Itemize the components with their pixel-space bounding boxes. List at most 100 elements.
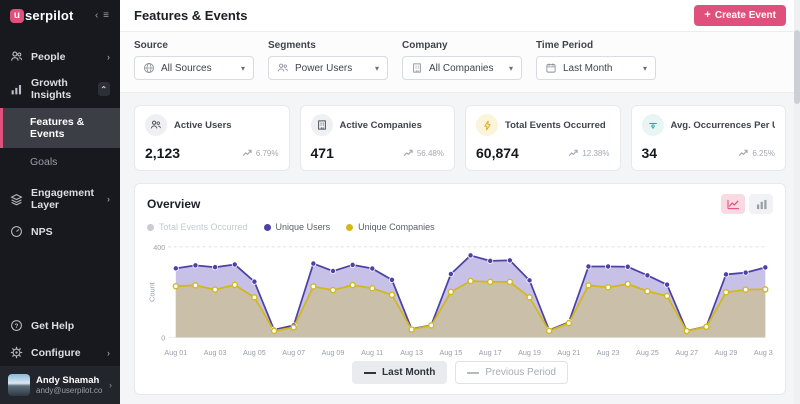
bar-chart-icon (755, 199, 768, 210)
filter-bar: Source All Sources ▾ Segments Power User… (120, 32, 800, 93)
svg-text:Aug 07: Aug 07 (282, 348, 305, 357)
filter-source: Source All Sources ▾ (134, 40, 254, 80)
svg-text:Aug 05: Aug 05 (243, 348, 266, 357)
time-period-dropdown[interactable]: Last Month ▾ (536, 56, 656, 80)
sidebar-item-label: Configure (31, 347, 81, 359)
svg-text:Aug 15: Aug 15 (440, 348, 463, 357)
logo-row: userpilot ‹ ≡ (0, 0, 120, 29)
sidebar: userpilot ‹ ≡ People › Growth Insights ⌃… (0, 0, 120, 404)
main-content: Features & Events + Create Event Source … (120, 0, 800, 404)
lightning-icon (476, 114, 498, 136)
svg-text:Aug 11: Aug 11 (361, 348, 383, 357)
svg-text:Aug 09: Aug 09 (322, 348, 345, 357)
users-icon (277, 62, 289, 74)
help-icon: ? (10, 319, 23, 332)
scrollbar-thumb[interactable] (794, 30, 800, 104)
overview-chart: 4000CountAug 01Aug 03Aug 05Aug 07Aug 09A… (147, 235, 773, 363)
page-header: Features & Events + Create Event (120, 0, 800, 32)
people-icon (10, 50, 23, 63)
legend-unique-users[interactable]: Unique Users (264, 222, 331, 232)
legend-dot (147, 224, 154, 231)
sidebar-nav: People › Growth Insights ⌃ Features & Ev… (0, 43, 120, 245)
dashed-line-icon (467, 372, 479, 374)
legend-dot (264, 224, 271, 231)
filter-label: Time Period (536, 40, 656, 51)
sidebar-item-growth-insights[interactable]: Growth Insights ⌃ (0, 70, 120, 108)
chart-legend: Total Events Occurred Unique Users Uniqu… (147, 222, 773, 232)
gauge-icon (642, 114, 664, 136)
bar-chart-toggle[interactable] (749, 194, 773, 214)
svg-text:0: 0 (161, 333, 165, 342)
user-email: andy@userpilot.co (36, 386, 102, 395)
company-dropdown[interactable]: All Companies ▾ (402, 56, 522, 80)
filter-time-period: Time Period Last Month ▾ (536, 40, 656, 80)
sidebar-item-people[interactable]: People › (0, 43, 120, 70)
sidebar-item-label: Get Help (31, 320, 74, 332)
stat-label: Avg. Occurrences Per User (671, 120, 776, 131)
dropdown-value: All Companies (429, 63, 493, 74)
sidebar-item-configure[interactable]: Configure › (0, 339, 120, 366)
period-buttons: Last Month Previous Period (147, 359, 773, 384)
logo-text: serpilot (25, 8, 74, 23)
content-area: Active Users 2,123 6.79% (120, 93, 800, 404)
filter-segments: Segments Power Users ▾ (268, 40, 388, 80)
globe-icon (143, 62, 155, 74)
layers-icon (10, 193, 23, 206)
chevron-up-icon[interactable]: ⌃ (98, 82, 110, 96)
sidebar-item-label: Growth Insights (31, 77, 90, 101)
plus-icon: + (704, 10, 710, 21)
filter-label: Company (402, 40, 522, 51)
sidebar-item-nps[interactable]: NPS (0, 218, 120, 245)
users-icon (145, 114, 167, 136)
sidebar-item-label: NPS (31, 226, 53, 238)
stat-trend: 12.38% (568, 149, 609, 158)
user-texts: Andy Shamah andy@userpilot.co (36, 375, 102, 395)
chevron-down-icon: ▾ (643, 64, 647, 73)
svg-text:Aug 29: Aug 29 (715, 348, 738, 357)
bar-chart-icon (10, 83, 23, 96)
svg-text:Aug 17: Aug 17 (479, 348, 502, 357)
stat-card-active-companies: Active Companies 471 56.48% (300, 105, 456, 171)
sidebar-item-label: People (31, 51, 65, 63)
sidebar-subitem-features-events[interactable]: Features & Events (0, 108, 120, 148)
sidebar-item-engagement-layer[interactable]: Engagement Layer › (0, 180, 120, 218)
trend-up-icon (738, 149, 749, 157)
segments-dropdown[interactable]: Power Users ▾ (268, 56, 388, 80)
source-dropdown[interactable]: All Sources ▾ (134, 56, 254, 80)
stat-label: Active Companies (340, 120, 422, 131)
dropdown-value: All Sources (161, 63, 212, 74)
svg-text:Aug 27: Aug 27 (675, 348, 698, 357)
previous-period-button[interactable]: Previous Period (455, 361, 568, 384)
app: userpilot ‹ ≡ People › Growth Insights ⌃… (0, 0, 800, 404)
chart-type-toggles (721, 194, 773, 214)
collapse-sidebar-icon[interactable]: ‹ ≡ (95, 10, 110, 21)
create-event-button[interactable]: + Create Event (694, 5, 786, 26)
svg-text:Aug 13: Aug 13 (400, 348, 423, 357)
line-chart-toggle[interactable] (721, 194, 745, 214)
solid-line-icon (364, 372, 376, 374)
svg-text:Aug 01: Aug 01 (164, 348, 187, 357)
stat-card-avg-occurrences: Avg. Occurrences Per User 34 6.25% (631, 105, 787, 171)
filter-label: Source (134, 40, 254, 51)
stat-value: 2,123 (145, 145, 180, 161)
legend-total-events[interactable]: Total Events Occurred (147, 222, 248, 232)
user-profile[interactable]: Andy Shamah andy@userpilot.co › (0, 366, 120, 404)
last-month-button[interactable]: Last Month (352, 361, 447, 384)
legend-unique-companies[interactable]: Unique Companies (346, 222, 435, 232)
sidebar-subitem-goals[interactable]: Goals (0, 148, 120, 176)
stat-card-total-events: Total Events Occurred 60,874 12.38% (465, 105, 621, 171)
calendar-icon (545, 62, 557, 74)
sidebar-footer: ? Get Help Configure › Andy Shamah andy@… (0, 312, 120, 404)
svg-text:Aug 25: Aug 25 (636, 348, 659, 357)
stats-row: Active Users 2,123 6.79% (134, 105, 786, 171)
chevron-down-icon: ▾ (375, 64, 379, 73)
create-event-label: Create Event (715, 10, 776, 21)
sidebar-subitem-label: Goals (30, 156, 57, 168)
stat-trend: 6.25% (738, 149, 775, 158)
chart-area: 4000CountAug 01Aug 03Aug 05Aug 07Aug 09A… (147, 235, 773, 359)
scrollbar-track (794, 0, 800, 404)
stat-value: 34 (642, 145, 658, 161)
sidebar-item-get-help[interactable]: ? Get Help (0, 312, 120, 339)
svg-text:?: ? (15, 323, 19, 330)
stat-label: Active Users (174, 120, 232, 131)
